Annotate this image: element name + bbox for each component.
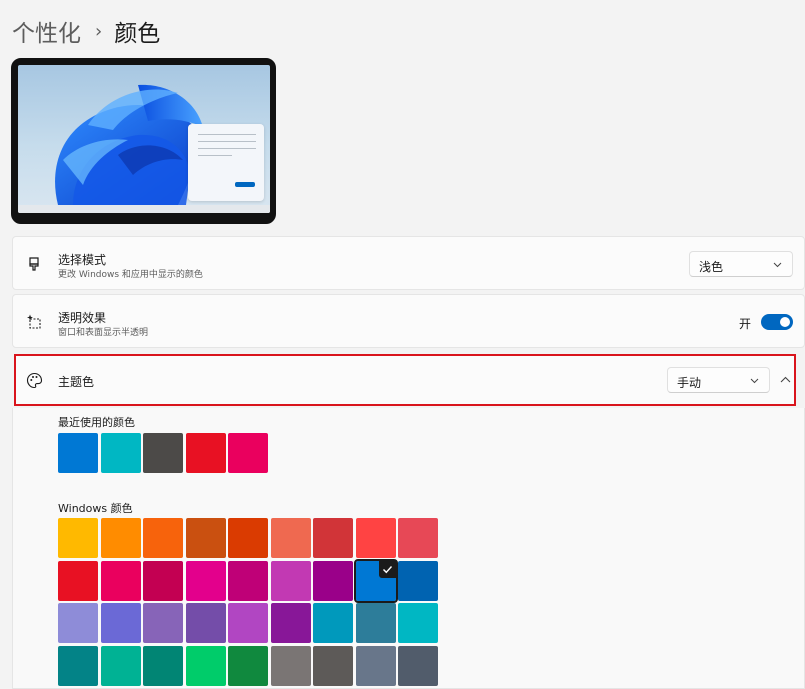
windows-color-swatch[interactable] [101,561,141,601]
windows-color-swatch[interactable] [271,561,311,601]
windows-color-swatch[interactable] [228,646,268,686]
windows-color-swatch[interactable] [356,603,396,643]
windows-color-swatch[interactable] [271,518,311,558]
breadcrumb-separator: › [95,20,103,42]
windows-color-swatch[interactable] [143,603,183,643]
preview-taskbar [18,205,270,213]
windows-color-swatch[interactable] [354,559,398,603]
windows-color-swatch[interactable] [101,518,141,558]
windows-color-swatch[interactable] [186,518,226,558]
recent-color-swatch[interactable] [228,433,268,473]
windows-color-swatch[interactable] [313,518,353,558]
choose-mode-subtitle: 更改 Windows 和应用中显示的颜色 [58,270,203,280]
brush-icon [29,257,39,271]
windows-color-swatch[interactable] [58,518,98,558]
windows-color-swatch[interactable] [356,646,396,686]
windows-color-swatch[interactable] [143,646,183,686]
windows-color-swatch[interactable] [356,518,396,558]
windows-color-swatch[interactable] [398,603,438,643]
palette-icon [26,372,43,389]
windows-color-swatch[interactable] [271,603,311,643]
chevron-down-icon [750,378,759,384]
transparency-state-label: 开 [739,317,752,331]
windows-color-swatch[interactable] [228,561,268,601]
recent-colors-label: 最近使用的颜色 [58,416,135,429]
windows-color-swatch[interactable] [398,646,438,686]
preview-accent-button [235,182,255,187]
windows-color-swatch[interactable] [58,646,98,686]
preview-window [188,124,264,201]
breadcrumb-personalization-link[interactable]: 个性化 [12,14,81,48]
recent-color-swatch[interactable] [186,433,226,473]
mode-dropdown[interactable]: 浅色 [689,251,793,277]
windows-color-swatch[interactable] [186,603,226,643]
accent-mode-value: 手动 [677,376,702,390]
choose-mode-title: 选择模式 [58,253,107,267]
windows-color-swatch[interactable] [58,603,98,643]
windows-color-swatch[interactable] [313,561,353,601]
windows-color-swatch[interactable] [313,603,353,643]
transparency-card: 透明效果 窗口和表面显示半透明 开 [12,294,805,348]
preview-desktop [18,65,270,213]
windows-color-swatch[interactable] [313,646,353,686]
accent-color-card[interactable]: 主题色 手动 [14,354,796,406]
accent-mode-dropdown[interactable]: 手动 [667,367,770,393]
windows-color-swatch[interactable] [186,646,226,686]
checkmark-icon [379,561,396,578]
windows-color-swatch[interactable] [143,561,183,601]
windows-color-swatch[interactable] [271,646,311,686]
windows-color-swatch[interactable] [398,561,438,601]
windows-color-swatch[interactable] [101,646,141,686]
windows-color-swatch[interactable] [228,518,268,558]
chevron-up-icon[interactable] [780,375,791,384]
recent-color-swatch[interactable] [58,433,98,473]
mode-dropdown-value: 浅色 [699,260,724,274]
windows-color-swatch[interactable] [101,603,141,643]
toggle-knob [780,317,790,327]
chevron-down-icon [773,262,782,268]
windows-colors-label: Windows 颜色 [58,502,133,515]
windows-color-swatch[interactable] [228,603,268,643]
windows-color-swatch[interactable] [143,518,183,558]
accent-color-title: 主题色 [58,375,95,389]
theme-preview [11,58,276,224]
windows-color-swatch[interactable] [398,518,438,558]
recent-color-swatch[interactable] [143,433,183,473]
transparency-title: 透明效果 [58,311,107,325]
breadcrumb: 个性化 › 颜色 [12,14,160,48]
transparency-toggle[interactable] [761,314,793,330]
transparency-subtitle: 窗口和表面显示半透明 [58,328,149,338]
transparency-icon [27,314,41,329]
recent-color-swatch[interactable] [101,433,141,473]
windows-color-swatch[interactable] [58,561,98,601]
page-title: 颜色 [114,21,161,47]
choose-mode-card: 选择模式 更改 Windows 和应用中显示的颜色 浅色 [12,236,805,290]
windows-color-swatch[interactable] [186,561,226,601]
